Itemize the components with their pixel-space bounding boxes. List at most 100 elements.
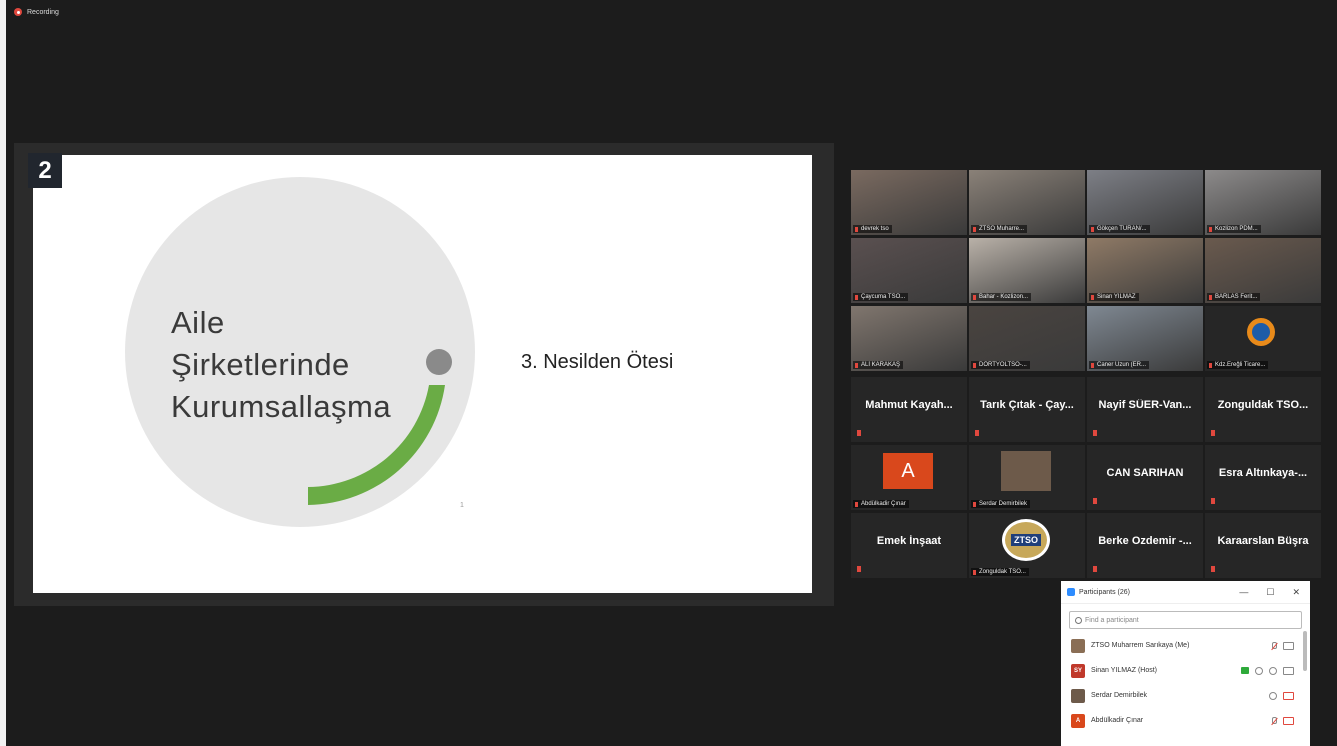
participant-label: DÖRTYOLTSO-... (971, 361, 1030, 369)
mic-muted-icon[interactable] (1270, 716, 1277, 725)
name-tile[interactable]: CAN SARIHAN (1087, 445, 1203, 510)
participants-panel: Participants (26) — ☐ ✕ Find a participa… (1061, 581, 1310, 746)
avatar-tile[interactable]: A Abdülkadir Çınar (851, 445, 967, 510)
search-input[interactable]: Find a participant (1085, 617, 1139, 624)
participant-name: Zonguldak TSO... (1217, 399, 1309, 411)
mic-muted-icon (1093, 498, 1097, 504)
camera-off-icon[interactable] (1283, 691, 1294, 700)
recording-status-icon (1255, 666, 1263, 675)
participant-label: Caner Uzun (ER... (1089, 361, 1150, 369)
panel-title: Participants (26) (1079, 588, 1130, 596)
close-button[interactable]: ✕ (1292, 587, 1300, 598)
share-screen-icon (1241, 667, 1249, 674)
avatar-tile[interactable]: ZTSO Zonguldak TSO... (969, 513, 1085, 578)
video-tile[interactable]: Caner Uzun (ER... (1087, 306, 1203, 371)
avatar-tile[interactable]: Serdar Demirbilek (969, 445, 1085, 510)
participant-name: Serdar Demirbilek (1091, 692, 1148, 699)
mic-muted-icon (975, 430, 979, 436)
participant-name: Berke Ozdemir -... (1098, 535, 1192, 547)
slide-title-line-3: Kurumsallaşma (171, 389, 392, 424)
camera-off-icon[interactable] (1283, 716, 1294, 725)
ztso-logo-text: ZTSO (1011, 534, 1041, 546)
camera-icon[interactable] (1283, 666, 1294, 675)
video-tile[interactable]: Kdz.Ereğli Ticare... (1205, 306, 1321, 371)
slide-title-line-2: Şirketlerinde (171, 347, 350, 382)
name-tile[interactable]: Karaarslan Büşra (1205, 513, 1321, 578)
search-box[interactable]: Find a participant (1069, 611, 1302, 629)
mic-muted-icon (857, 566, 861, 572)
maximize-button[interactable]: ☐ (1266, 587, 1274, 598)
name-tile[interactable]: Berke Ozdemir -... (1087, 513, 1203, 578)
slide-footnote: 1 (460, 502, 464, 509)
participant-name: Esra Altınkaya-... (1218, 467, 1308, 479)
gray-dot (426, 349, 452, 375)
video-tile[interactable]: Çaycuma TSO... (851, 238, 967, 303)
mic-muted-icon (1211, 566, 1215, 572)
minimize-button[interactable]: — (1239, 587, 1248, 598)
mic-muted-icon (1211, 430, 1215, 436)
camera-icon[interactable] (1283, 641, 1294, 650)
participant-name: Nayif SÜER-Van... (1098, 399, 1192, 411)
avatar: A (883, 453, 933, 489)
participant-label: Kozlizon PDM... (1207, 225, 1261, 233)
name-tile[interactable]: Tarık Çıtak - Çay... (969, 377, 1085, 442)
recording-indicator[interactable]: Recording (14, 8, 59, 16)
name-tile[interactable]: Zonguldak TSO... (1205, 377, 1321, 442)
search-icon (1075, 616, 1082, 624)
slide-number: 2 (28, 153, 62, 188)
participant-name: Mahmut Kayah... (865, 399, 953, 411)
participant-label: Çaycuma TSO... (853, 293, 909, 301)
video-tile[interactable]: Kozlizon PDM... (1205, 170, 1321, 235)
video-tile[interactable]: ZTSO Muharre... (969, 170, 1085, 235)
participant-name: CAN SARIHAN (1106, 467, 1184, 479)
participant-label: ALİ KARAKAŞ (853, 361, 904, 369)
participant-name: ZTSO Muharrem Sarıkaya (Me) (1091, 642, 1190, 649)
profile-photo (1001, 451, 1051, 491)
participant-row[interactable]: SY Sinan YILMAZ (Host) (1061, 658, 1310, 683)
participant-label: Gökçen TURAN/... (1089, 225, 1150, 233)
avatar: A (1071, 713, 1085, 728)
participant-row[interactable]: Serdar Demirbilek (1061, 683, 1310, 708)
slide-graphic (125, 177, 475, 527)
recording-icon (14, 8, 22, 16)
participant-label: Abdülkadir Çınar (853, 500, 909, 508)
mic-muted-icon (1093, 566, 1097, 572)
video-tile[interactable]: Gökçen TURAN/... (1087, 170, 1203, 235)
window-edge (0, 0, 6, 746)
video-tile[interactable]: Bahar - Kozlizon... (969, 238, 1085, 303)
gear-logo-icon (1247, 318, 1275, 346)
participant-label: Sinan YILMAZ (1089, 293, 1139, 301)
participant-name: Emek İnşaat (876, 535, 942, 547)
name-tile[interactable]: Nayif SÜER-Van... (1087, 377, 1203, 442)
participant-label: Kdz.Ereğli Ticare... (1207, 361, 1269, 369)
participant-row[interactable]: ZTSO Muharrem Sarıkaya (Me) (1061, 633, 1310, 658)
panel-header: Participants (26) — ☐ ✕ (1061, 581, 1310, 604)
video-tile[interactable]: devrek tso (851, 170, 967, 235)
participant-label: Zonguldak TSO... (971, 568, 1029, 576)
name-tile[interactable]: Esra Altınkaya-... (1205, 445, 1321, 510)
mic-muted-icon (857, 430, 861, 436)
participant-label: Bahar - Kozlizon... (971, 293, 1032, 301)
mic-muted-icon (1093, 430, 1097, 436)
presentation-slide: Aile Şirketlerinde Kurumsallaşma 3. Nesi… (33, 155, 812, 593)
recording-label: Recording (27, 8, 59, 16)
video-tile[interactable]: BARLAS Ferit... (1205, 238, 1321, 303)
video-tile[interactable]: DÖRTYOLTSO-... (969, 306, 1085, 371)
slide-subtitle: 3. Nesilden Ötesi (521, 351, 674, 373)
mic-icon[interactable] (1269, 666, 1277, 675)
participant-name: Karaarslan Büşra (1217, 535, 1309, 547)
active-speaker-tile[interactable]: Sinan YILMAZ (1087, 238, 1203, 303)
participant-label: Serdar Demirbilek (971, 500, 1031, 508)
participant-name: Sinan YILMAZ (Host) (1091, 667, 1158, 674)
mic-muted-icon (1211, 498, 1215, 504)
name-tile[interactable]: Emek İnşaat (851, 513, 967, 578)
mic-muted-icon[interactable] (1270, 641, 1277, 650)
mic-icon[interactable] (1269, 691, 1277, 700)
zoom-app-icon (1067, 588, 1075, 596)
avatar: SY (1071, 663, 1085, 678)
video-tile[interactable]: ALİ KARAKAŞ (851, 306, 967, 371)
participant-row[interactable]: A Abdülkadir Çınar (1061, 708, 1310, 733)
ztso-logo-icon: ZTSO (1002, 519, 1050, 561)
name-tile[interactable]: Mahmut Kayah... (851, 377, 967, 442)
participant-label: devrek tso (853, 225, 892, 233)
